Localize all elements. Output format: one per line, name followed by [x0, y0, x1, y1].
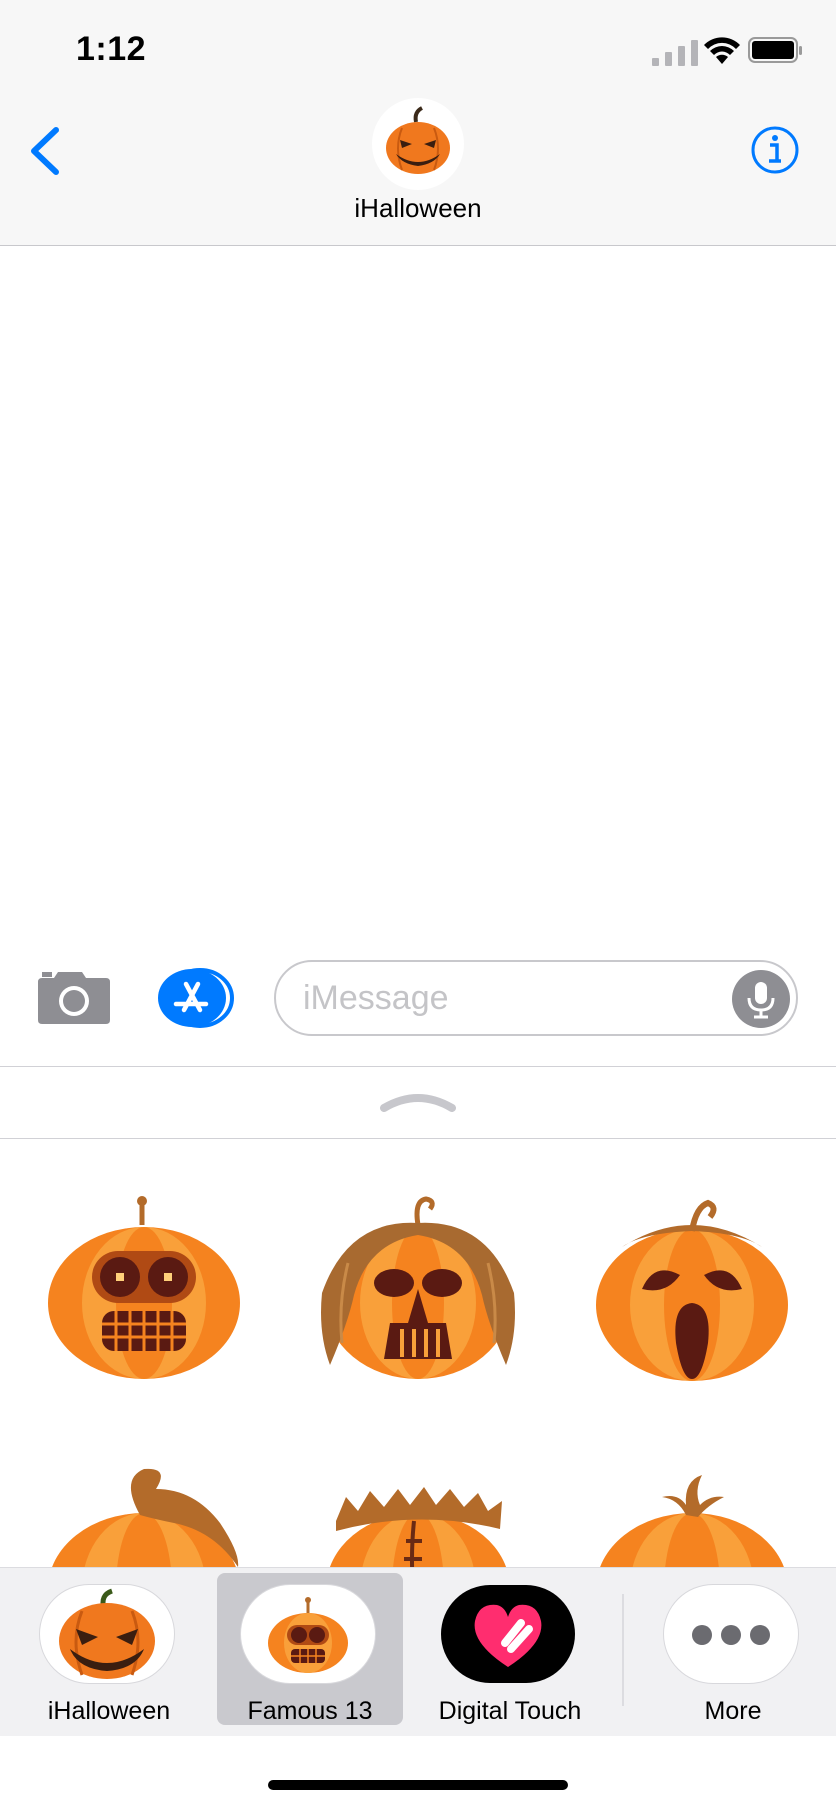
app-icon-container	[40, 1585, 174, 1683]
microphone-icon	[747, 982, 775, 1019]
scream-pumpkin-sticker[interactable]	[592, 1183, 792, 1383]
app-store-icon[interactable]	[156, 968, 236, 1028]
divider	[0, 1066, 836, 1067]
vader-pumpkin-sticker[interactable]	[318, 1183, 518, 1383]
robot-pumpkin-icon	[268, 1597, 348, 1673]
sticker-grid	[0, 1139, 836, 1567]
status-time: 1:12	[76, 30, 147, 68]
app-icon-container	[664, 1585, 798, 1683]
message-thread	[0, 246, 836, 946]
app-more[interactable]: More	[640, 1573, 826, 1725]
app-icon-container	[241, 1585, 375, 1683]
dictation-button[interactable]	[732, 970, 790, 1028]
battery-icon	[748, 37, 802, 63]
expand-drawer-chevron-icon[interactable]	[378, 1086, 458, 1116]
app-label: More	[704, 1697, 762, 1725]
message-input-placeholder: iMessage	[303, 979, 449, 1017]
app-ihalloween[interactable]: iHalloween	[16, 1573, 202, 1725]
frankenstein-pumpkin-sticker[interactable]	[318, 1459, 518, 1567]
app-label: Famous 13	[247, 1697, 373, 1725]
heart-icon	[474, 1604, 542, 1667]
jack-o-lantern-icon	[59, 1588, 155, 1679]
info-icon[interactable]	[750, 125, 800, 175]
robot-pumpkin-sticker[interactable]	[44, 1183, 244, 1383]
angry-pumpkin-sticker[interactable]	[592, 1459, 792, 1567]
app-famous-13[interactable]: Famous 13	[217, 1573, 403, 1725]
app-label: Digital Touch	[438, 1697, 582, 1725]
app-label: iHalloween	[47, 1697, 171, 1725]
app-digital-touch[interactable]: Digital Touch	[417, 1573, 603, 1725]
camera-icon[interactable]	[36, 968, 112, 1026]
hair-pumpkin-sticker[interactable]	[44, 1459, 244, 1567]
more-ellipsis-icon	[692, 1625, 770, 1645]
back-chevron-icon[interactable]	[22, 122, 68, 180]
app-icon-container	[441, 1585, 575, 1683]
contact-avatar[interactable]	[372, 98, 464, 190]
cellular-signal-icon	[652, 40, 698, 66]
divider	[622, 1594, 624, 1706]
wifi-icon	[704, 37, 740, 64]
jack-o-lantern-icon	[386, 106, 450, 174]
contact-name[interactable]: iHalloween	[268, 193, 568, 224]
home-indicator[interactable]	[268, 1780, 568, 1790]
